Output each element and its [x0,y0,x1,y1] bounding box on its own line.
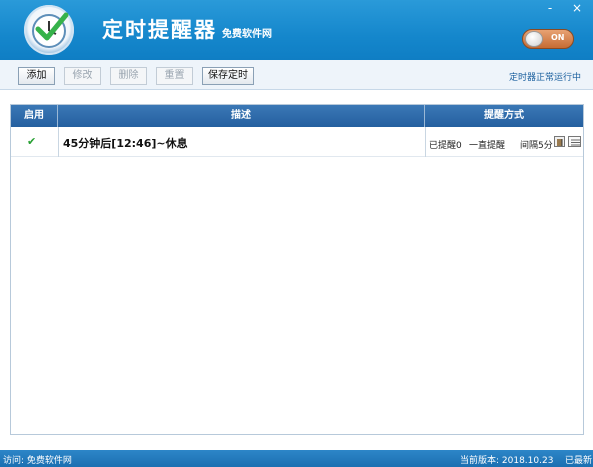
timer-status-text: 定时器正常运行中 [509,73,582,83]
column-header-description[interactable]: 描述 [58,105,425,127]
clock-check-icon [24,5,74,55]
reminded-count: 已提醒0 [429,141,462,151]
timer-toggle-switch[interactable]: ON [522,29,574,49]
sound-icon[interactable] [554,136,565,147]
column-divider [425,127,426,157]
visit-link[interactable]: 访问: 免费软件网 [3,453,72,466]
add-button[interactable]: 添加 [18,67,55,85]
column-header-enabled[interactable]: 启用 [11,105,58,127]
reminder-interval: 间隔5分 [520,141,553,151]
reminder-table: 启用 描述 提醒方式 ✔ 45分钟后[12:46]~休息 已提醒0 一直提醒 间… [10,104,584,435]
app-subtitle: 免费软件网 [222,29,272,40]
column-header-reminder-mode[interactable]: 提醒方式 [425,105,583,127]
reminder-description: 45分钟后[12:46]~休息 [63,137,188,150]
reminder-mode: 一直提醒 [469,141,506,151]
toggle-knob [525,31,543,47]
app-title: 定时提醒器 [102,18,217,42]
enabled-check-icon[interactable]: ✔ [27,135,41,149]
reset-button[interactable]: 重置 [156,67,193,85]
minimize-button[interactable]: - [539,0,561,18]
toolbar: 添加 修改 删除 重置 保存定时 定时器正常运行中 [0,60,593,90]
toggle-label: ON [551,33,565,42]
delete-button[interactable]: 删除 [110,67,147,85]
close-button[interactable]: × [566,0,588,18]
current-version: 当前版本: 2018.10.23 [460,456,554,466]
table-row[interactable]: ✔ 45分钟后[12:46]~休息 已提醒0 一直提醒 间隔5分 [11,127,583,157]
column-divider [58,127,59,157]
edit-button[interactable]: 修改 [64,67,101,85]
details-list-icon[interactable] [568,136,581,147]
latest-status: 已最新 [565,456,593,466]
save-timer-button[interactable]: 保存定时 [202,67,254,85]
title-bar: 定时提醒器 免费软件网 - × ON [0,0,593,60]
status-bar: 访问: 免费软件网 当前版本: 2018.10.23 已最新 [0,450,593,467]
table-header: 启用 描述 提醒方式 [11,105,583,127]
